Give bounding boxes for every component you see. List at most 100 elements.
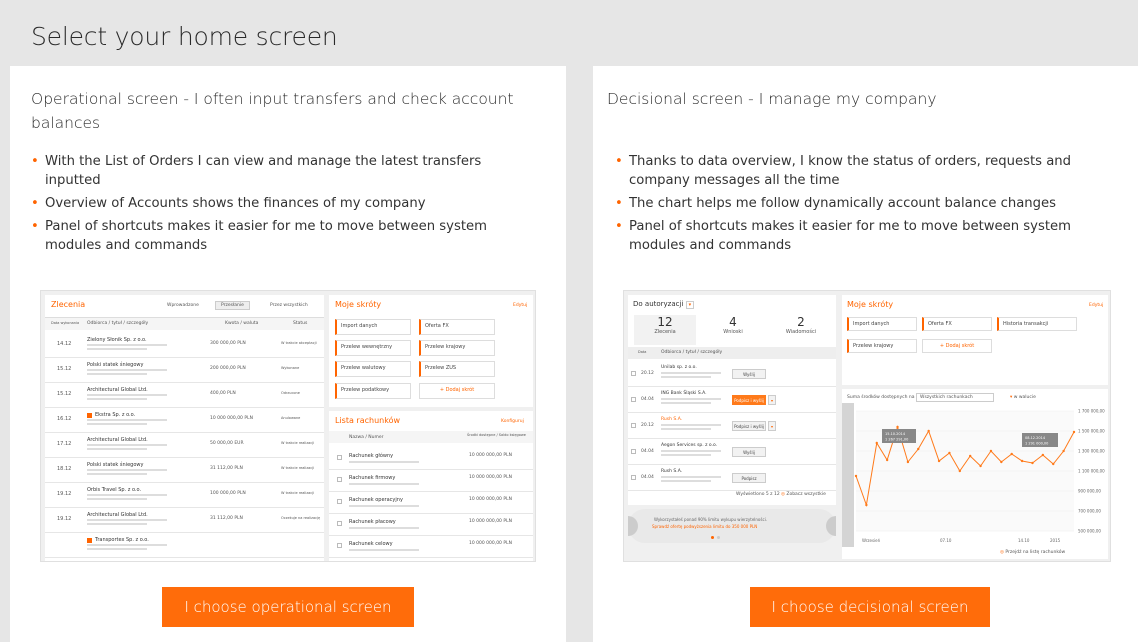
row-payee: Aegon Services sp. z o.o.	[661, 443, 718, 448]
account-row[interactable]: Rachunek firmowy 10 000 000,00 PLN	[329, 471, 533, 492]
row-action-button[interactable]: Wyślij	[732, 369, 766, 379]
row-action-button[interactable]: Podpisz	[732, 473, 766, 483]
tab-entered[interactable]: Wprowadzone	[167, 303, 199, 308]
add-shortcut-tile[interactable]: + Dodaj skrót	[922, 339, 992, 353]
row-payee: Polski statek śniegowy	[87, 362, 144, 368]
checkbox[interactable]	[337, 477, 342, 482]
account-row[interactable]: Rachunek celowy 10 000 000,00 PLN	[329, 537, 533, 558]
chart-currency-select[interactable]: ▾ w walucie	[1010, 395, 1036, 400]
shortcut-tile[interactable]: Przelew walutowy	[335, 361, 411, 377]
row-date: 04.04	[641, 397, 654, 402]
checkbox[interactable]	[631, 423, 636, 428]
shortcuts-edit-link[interactable]: Edytuj	[513, 303, 527, 308]
carousel-dot-active[interactable]	[711, 536, 714, 539]
account-row[interactable]: Rachunek płacowy 10 000 000,00 PLN	[329, 515, 533, 536]
row-status: W trakcie realizacji	[281, 441, 315, 445]
table-row[interactable]: 04.04 ING Bank Śląski S.A. Podpisz i wyśli…	[628, 387, 836, 413]
chart-account-select[interactable]: Wszystkich rachunkach	[916, 393, 994, 402]
data-point	[1041, 453, 1045, 457]
data-point	[927, 429, 930, 433]
shortcut-tile[interactable]: Przelew podatkowy	[335, 383, 411, 399]
table-row[interactable]: 04.04 Aegon Services sp. z o.o. Wyślij	[628, 439, 836, 465]
account-row[interactable]: Rachunek operacyjny 10 000 000,00 PLN	[329, 493, 533, 514]
checkbox[interactable]	[337, 499, 342, 504]
table-row[interactable]: 17.12 Architectural Global Ltd. 50 000,00 …	[45, 433, 324, 458]
checkbox[interactable]	[631, 475, 636, 480]
table-row[interactable]: 20.12 Rush S.A. Podpisz i wyślij ▾	[628, 413, 836, 439]
carousel-prev-icon[interactable]	[628, 516, 638, 536]
shortcut-tile[interactable]: Import danych	[335, 319, 411, 335]
counter-tab[interactable]: 12 Zlecenia	[634, 315, 696, 345]
table-row[interactable]: 04.04 Rush S.A. Podpisz	[628, 465, 836, 491]
col-payee: Odbiorca / tytuł / szczegóły	[87, 321, 149, 326]
operational-card[interactable]: Operational screen - I often input trans…	[10, 66, 566, 642]
add-shortcut-tile[interactable]: + Dodaj skrót	[419, 383, 495, 399]
table-row[interactable]: 20.12 Unilab sp. z o.o. Wyślij	[628, 361, 836, 387]
y-tick-label: 700 000,00	[1078, 509, 1101, 514]
accounts-config-link[interactable]: Konfiguruj	[501, 419, 524, 424]
row-detail-placeholder	[661, 376, 711, 378]
shortcut-tile[interactable]: Przelew krajowy	[847, 339, 917, 353]
show-all-link[interactable]: ◎ Zobacz wszystkie	[781, 492, 826, 497]
table-row[interactable]: 18.12 Polski statek śniegowy 31 112,00 PLN…	[45, 458, 324, 483]
row-payee: Unilab sp. z o.o.	[661, 365, 697, 370]
row-action-button[interactable]: Wyślij	[732, 447, 766, 457]
checkbox[interactable]	[337, 543, 342, 548]
table-row[interactable]: 16.12 Ekstra Sp. z o.o. 10 000 000,00 PLN A…	[45, 408, 324, 433]
counter-tab[interactable]: 2 Wiadomości	[770, 315, 832, 345]
shortcut-tile[interactable]: Przelew krajowy	[419, 340, 495, 356]
divider	[329, 491, 533, 492]
checkbox[interactable]	[631, 449, 636, 454]
account-amount: 10 000 000,00 PLN	[469, 497, 512, 502]
row-detail-placeholder	[87, 344, 167, 346]
shortcut-tile[interactable]: Przelew ZUS	[419, 361, 495, 377]
shortcut-tile[interactable]: Historia transakcji	[997, 317, 1077, 331]
row-action-button[interactable]: Podpisz i wyślij	[732, 395, 766, 405]
carousel-next-icon[interactable]	[826, 516, 836, 536]
shortcut-tile[interactable]: Przelew wewnętrzny	[335, 340, 411, 356]
decisional-shortcuts-edit[interactable]: Edytuj	[1089, 303, 1103, 308]
row-detail-placeholder	[661, 450, 721, 452]
table-row[interactable]: 15.12 Architectural Global Ltd. 400,00 PLN…	[45, 383, 324, 408]
table-row[interactable]: Transportex Sp. z o.o.	[45, 533, 324, 558]
decisional-card[interactable]: Decisional screen - I manage my company …	[593, 66, 1138, 642]
carousel-dot[interactable]	[717, 536, 720, 539]
x-tick-label: 2015	[1050, 538, 1061, 543]
row-action-button[interactable]: Podpisz i wyślij	[732, 421, 766, 431]
choose-decisional-button[interactable]: I choose decisional screen	[750, 587, 990, 627]
row-payee: Zielony Słonik Sp. z o.o.	[87, 337, 147, 343]
bullet-dot-icon: •	[31, 154, 39, 169]
auth-select[interactable]: Do autoryzacji ▾	[633, 300, 695, 309]
bullet-dot-icon: •	[615, 196, 623, 211]
table-row[interactable]: 15.12 Polski statek śniegowy 200 000,00 PL…	[45, 358, 324, 383]
checkbox[interactable]	[631, 371, 636, 376]
choose-operational-button[interactable]: I choose operational screen	[162, 587, 414, 627]
counter-tab[interactable]: 4 Wnioski	[702, 315, 764, 345]
bullet-dot-icon: •	[31, 196, 39, 211]
chevron-down-icon[interactable]: ▾	[768, 395, 776, 405]
account-number-placeholder	[349, 549, 419, 551]
table-row[interactable]: 19.12 Architectural Global Ltd. 31 112,00 …	[45, 508, 324, 533]
row-amount: 100 000,00 PLN	[210, 491, 246, 496]
promo-link[interactable]: Sprawdź ofertę podwyższenia limitu do 35…	[652, 524, 757, 529]
row-status: Odrzucone	[281, 391, 300, 395]
table-row[interactable]: 14.12 Zielony Słonik Sp. z o.o. 300 000,00…	[45, 333, 324, 358]
chevron-down-icon[interactable]: ▾	[768, 421, 776, 431]
shortcut-tile[interactable]: Oferta FX	[419, 319, 495, 335]
promo-text: Wykorzystałeś ponad 90% limitu wykupu wi…	[654, 517, 768, 522]
row-date: 15.12	[57, 366, 72, 372]
accounts-list-link[interactable]: ◎ Przejdź na listę rachunków	[1000, 550, 1065, 555]
checkbox[interactable]	[337, 455, 342, 460]
table-row[interactable]: 19.12 Orbis Travel Sp. z o.o. 100 000,00 P…	[45, 483, 324, 508]
account-row[interactable]: Rachunek główny 10 000 000,00 PLN	[329, 449, 533, 470]
checkbox[interactable]	[631, 397, 636, 402]
bullet-item: • The chart helps me follow dynamically a…	[615, 196, 1057, 211]
page-title: Select your home screen	[31, 22, 338, 51]
row-payee: Ekstra Sp. z o.o.	[95, 412, 136, 418]
tab-sent[interactable]: Przesłanie	[215, 301, 250, 310]
shortcut-tile[interactable]: Import danych	[847, 317, 917, 331]
promo-banner[interactable]: Wykorzystałeś ponad 90% limitu wykupu wi…	[628, 509, 836, 543]
tab-all[interactable]: Przez wszystkich	[270, 303, 308, 308]
checkbox[interactable]	[337, 521, 342, 526]
shortcut-tile[interactable]: Oferta FX	[922, 317, 992, 331]
